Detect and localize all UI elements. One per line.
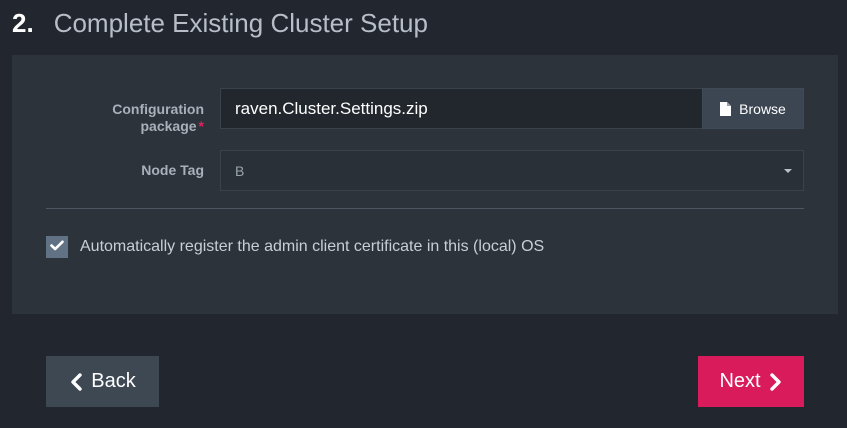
config-package-value: raven.Cluster.Settings.zip (235, 98, 428, 118)
check-icon (50, 238, 64, 256)
setup-panel: Configuration package * raven.Cluster.Set… (12, 55, 838, 314)
caret-down-icon (784, 169, 792, 173)
node-tag-label: Node Tag (141, 162, 204, 178)
chevron-right-icon (769, 372, 783, 391)
auto-register-label[interactable]: Automatically register the admin client … (80, 237, 544, 257)
back-button[interactable]: Back (46, 356, 159, 407)
chevron-left-icon (69, 372, 83, 391)
back-label: Back (91, 370, 136, 392)
page-title: Complete Existing Cluster Setup (53, 8, 428, 38)
node-tag-value: B (235, 162, 245, 179)
file-icon (720, 101, 732, 116)
config-label-line1: Configuration (112, 101, 204, 117)
config-package-label: Configuration package * (112, 101, 204, 135)
next-label: Next (719, 370, 761, 392)
required-mark: * (198, 118, 204, 134)
divider (46, 208, 804, 209)
browse-button[interactable]: Browse (702, 88, 804, 129)
browse-label: Browse (739, 100, 786, 117)
config-package-input[interactable]: raven.Cluster.Settings.zip (220, 88, 702, 129)
node-tag-select[interactable]: B (220, 150, 804, 191)
step-number: 2. (12, 8, 34, 38)
step-header: 2. Complete Existing Cluster Setup (12, 8, 428, 39)
next-button[interactable]: Next (698, 356, 804, 407)
config-label-line2: package (140, 118, 197, 134)
auto-register-checkbox[interactable] (46, 236, 68, 258)
